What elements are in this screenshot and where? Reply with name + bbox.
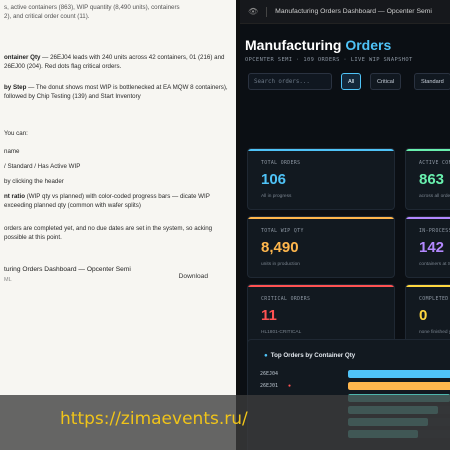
wip-by-step-heading: by Step	[4, 84, 27, 91]
bar-fill	[348, 382, 450, 390]
artifact-attachment[interactable]: turing Orders Dashboard — Opcenter Semi …	[4, 266, 214, 290]
kpi-value: 0	[419, 307, 428, 324]
feature-list: name / Standard / Has Active WIP by clic…	[4, 147, 234, 216]
kpi-description: across all orders	[419, 194, 450, 199]
kpi-accent-bar	[248, 149, 394, 151]
wip-by-step-text: — The donut shows most WIP is bottleneck…	[4, 84, 228, 100]
artifact-preview: 👁 Manufacturing Orders Dashboard — Opcen…	[240, 0, 450, 450]
kpi-description: none finished yet	[419, 330, 450, 335]
bar-track	[348, 370, 450, 378]
kpi-accent-bar	[248, 285, 394, 287]
container-qty-paragraph: ontainer Qty — 26EJ04 leads with 240 uni…	[4, 53, 234, 71]
dashboard-title: Manufacturing Orders	[245, 37, 391, 53]
bar-track	[348, 382, 450, 390]
bar-fill	[348, 370, 450, 378]
kpi-label: TOTAL WIP QTY	[261, 229, 304, 234]
table-row[interactable]: 26EJ01 ●	[258, 382, 450, 391]
chat-response-pane: s, active containers (863), WIP quantity…	[0, 0, 236, 450]
list-item-heading: nt ratio	[4, 193, 25, 200]
title-main: Manufacturing	[245, 37, 346, 53]
kpi-description: units in production	[261, 262, 300, 267]
kpi-card: COMPLETED ORDERS 0 none finished yet	[405, 284, 450, 346]
attachment-title: turing Orders Dashboard — Opcenter Semi	[4, 266, 131, 273]
title-accent: Orders	[345, 37, 392, 53]
container-qty-heading: ontainer Qty	[4, 54, 41, 61]
kpi-value: 106	[261, 171, 287, 188]
panel-dot-icon: ●	[264, 352, 268, 359]
watermark-text: https://zimaevents.ru/	[60, 409, 248, 429]
kpi-value: 11	[261, 307, 277, 324]
dashboard-subtitle: OPCENTER SEMI · 109 ORDERS · LIVE WIP SN…	[245, 57, 413, 63]
order-name: 26EJ04	[260, 371, 279, 377]
list-item: / Standard / Has Active WIP	[4, 163, 81, 170]
kpi-value: 863	[419, 171, 445, 188]
search-input[interactable]: Search orders...	[248, 73, 332, 90]
wip-by-step-paragraph: by Step — The donut shows most WIP is bo…	[4, 83, 234, 101]
kpi-card: CRITICAL ORDERS 11 HL1801-CRITICAL	[247, 284, 395, 346]
kpi-accent-bar	[248, 217, 394, 219]
you-can-label: You can:	[4, 130, 28, 137]
order-name: 26EJ01	[260, 383, 279, 389]
filter-all-button[interactable]: All	[341, 73, 362, 90]
kpi-label: COMPLETED ORDERS	[419, 297, 450, 302]
completion-note: orders are completed yet, and no due dat…	[4, 225, 213, 241]
critical-dot-icon: ●	[288, 383, 292, 389]
list-item: by clicking the header	[4, 178, 64, 185]
dashboard: Manufacturing Orders OPCENTER SEMI · 109…	[240, 24, 450, 450]
kpi-value: 8,490	[261, 239, 299, 256]
kpi-label: IN-PROCESS CONTAINERS	[419, 229, 450, 234]
kpi-description: All in progress	[261, 194, 292, 199]
kpi-label: ACTIVE CONTAINERS	[419, 161, 450, 166]
summary-line: s, active containers (863), WIP quantity…	[4, 4, 180, 20]
kpi-accent-bar	[406, 217, 450, 219]
filter-standard-button[interactable]: Standard	[414, 73, 450, 90]
panel-title-text: Top Orders by Container Qty	[270, 352, 356, 359]
preview-header: 👁 Manufacturing Orders Dashboard — Opcen…	[240, 0, 450, 24]
header-separator	[266, 6, 268, 17]
filter-critical-button[interactable]: Critical	[370, 73, 402, 90]
kpi-label: TOTAL ORDERS	[261, 161, 301, 166]
kpi-card: IN-PROCESS CONTAINERS 142 containers at St…	[405, 216, 450, 278]
eye-icon[interactable]: 👁	[248, 7, 258, 16]
panel-title: ● Top Orders by Container Qty	[264, 352, 355, 359]
list-item-text: (WIP qty vs planned) with color-coded pr…	[4, 193, 210, 209]
kpi-card: TOTAL WIP QTY 8,490 units in production	[247, 216, 395, 278]
kpi-description: HL1801-CRITICAL	[261, 330, 302, 335]
kpi-card: TOTAL ORDERS 106 All in progress	[247, 148, 395, 210]
kpi-label: CRITICAL ORDERS	[261, 297, 311, 302]
download-button[interactable]: Download	[179, 273, 208, 280]
kpi-value: 142	[419, 239, 445, 256]
kpi-accent-bar	[406, 149, 450, 151]
preview-title: Manufacturing Orders Dashboard — Opcente…	[275, 8, 432, 15]
kpi-accent-bar	[406, 285, 450, 287]
kpi-card: ACTIVE CONTAINERS 863 across all orders	[405, 148, 450, 210]
table-row[interactable]: 26EJ04	[258, 370, 450, 379]
kpi-description: containers at Steps	[419, 262, 450, 267]
list-item: nt ratio (WIP qty vs planned) with color…	[4, 192, 234, 210]
list-item: name	[4, 148, 20, 155]
